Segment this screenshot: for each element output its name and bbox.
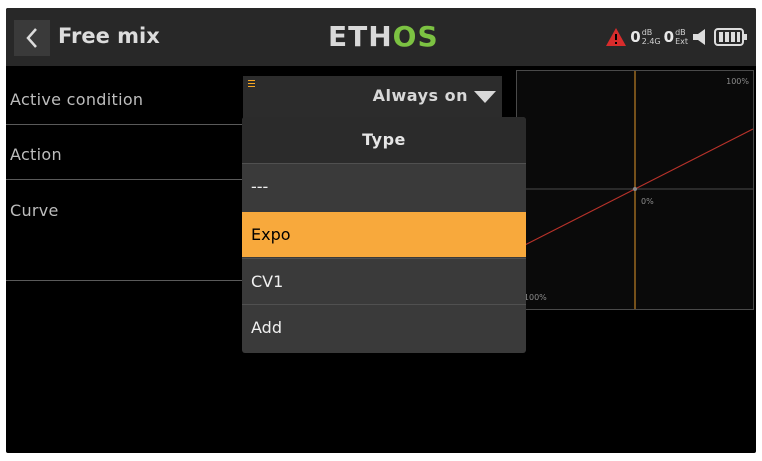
row-divider — [6, 179, 249, 180]
row-divider — [6, 280, 249, 281]
action-label: Action — [10, 145, 62, 164]
option-none[interactable]: --- — [242, 163, 526, 208]
type-popup: Type --- Expo CV1 Add — [242, 117, 526, 353]
active-condition-field[interactable]: Always on — [243, 76, 502, 118]
graph-top-label: 100% — [726, 77, 749, 86]
curve-graph: 100% 0% -100% — [516, 70, 754, 310]
back-button[interactable] — [14, 20, 50, 56]
screen: Free mix ETHOS 0 dB 2.4G 0 dB Ext Active… — [6, 8, 756, 453]
title-bar: Free mix ETHOS 0 dB 2.4G 0 dB Ext — [6, 8, 756, 66]
option-expo[interactable]: Expo — [242, 212, 526, 257]
option-cv1[interactable]: CV1 — [242, 258, 526, 303]
rssi-ext: 0 dB Ext — [663, 28, 688, 46]
popup-title: Type — [242, 117, 526, 163]
chevron-left-icon — [26, 28, 37, 48]
option-add[interactable]: Add — [242, 304, 526, 349]
options-mark-icon — [248, 80, 255, 89]
page-title: Free mix — [58, 24, 160, 48]
status-area: 0 dB 2.4G 0 dB Ext — [605, 20, 748, 54]
curve-label: Curve — [10, 201, 59, 220]
dropdown-arrow-icon — [474, 91, 496, 103]
ethos-logo: ETHOS — [328, 20, 439, 53]
speaker-icon[interactable] — [691, 27, 711, 47]
rssi-2.4g: 0 dB 2.4G — [630, 28, 661, 46]
active-condition-label: Active condition — [10, 90, 144, 109]
curve-plot — [517, 71, 753, 309]
graph-center-label: 0% — [641, 197, 654, 206]
row-divider — [6, 124, 249, 125]
battery-icon — [714, 28, 747, 46]
warning-icon[interactable] — [605, 27, 627, 47]
